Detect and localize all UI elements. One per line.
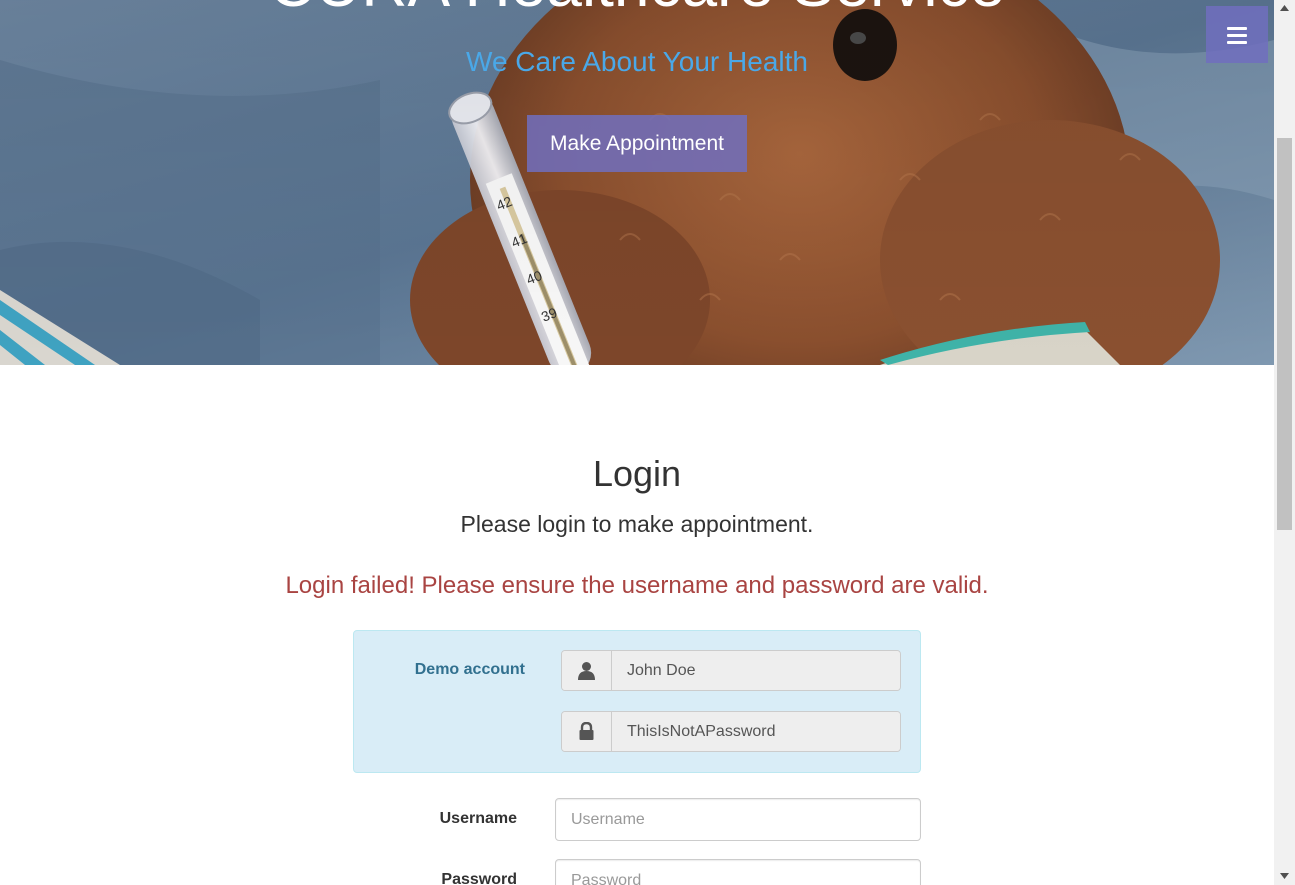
- demo-username-field[interactable]: [612, 651, 900, 690]
- bars-icon-line: [1227, 34, 1247, 37]
- login-title: Login: [592, 453, 682, 494]
- hero-subtitle: We Care About Your Health: [466, 46, 808, 77]
- password-input[interactable]: [555, 859, 921, 885]
- demo-password-group: [561, 711, 901, 752]
- hero-title: CURA Healthcare Service: [0, 0, 1274, 20]
- demo-username-group: [561, 650, 901, 691]
- lock-icon: [562, 712, 612, 751]
- menu-toggle-button[interactable]: [1206, 6, 1268, 63]
- scrollbar-thumb[interactable]: [1277, 138, 1292, 530]
- login-error-message: Login failed! Please ensure the username…: [285, 572, 989, 599]
- hero-section: 42 41 40 39 CURA Healthcare Service We C…: [0, 0, 1274, 365]
- bars-icon-line: [1227, 27, 1247, 30]
- vertical-scrollbar[interactable]: [1274, 0, 1295, 885]
- demo-password-field[interactable]: [612, 712, 900, 751]
- username-label: Username: [439, 810, 517, 827]
- login-lead: Please login to make appointment.: [460, 511, 814, 537]
- page: 42 41 40 39 CURA Healthcare Service We C…: [0, 0, 1274, 885]
- username-input[interactable]: [555, 798, 921, 841]
- password-label: Password: [441, 871, 517, 885]
- make-appointment-button[interactable]: Make Appointment: [527, 115, 747, 172]
- triangle-up-icon[interactable]: [1274, 0, 1295, 17]
- bars-icon-line: [1227, 41, 1247, 44]
- triangle-down-icon[interactable]: [1274, 868, 1295, 885]
- user-icon: [562, 651, 612, 690]
- demo-account-label: Demo account: [414, 661, 525, 678]
